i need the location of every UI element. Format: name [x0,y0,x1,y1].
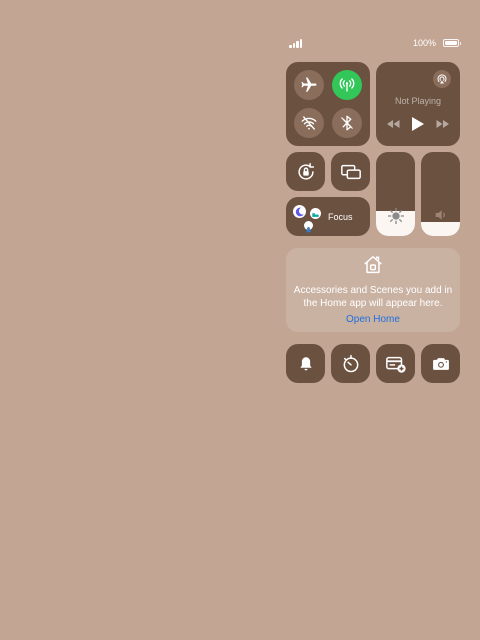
battery-full-icon [443,39,461,47]
bluetooth-off-icon [341,115,353,131]
orientation-lock-button[interactable] [286,152,325,191]
alarm-button[interactable] [286,344,325,383]
airplane-icon [301,77,317,92]
cellular-antenna-icon [339,78,355,92]
camera-button[interactable] [421,344,460,383]
rewind-icon[interactable] [386,119,400,129]
rotation-lock-icon [297,162,314,180]
screen-mirroring-button[interactable] [331,152,370,191]
home-module: Accessories and Scenes you add in the Ho… [286,248,460,332]
wifi-button[interactable] [294,108,324,138]
volume-slider[interactable] [421,152,460,236]
home-icon [364,256,382,274]
moon-icon [293,205,306,218]
focus-button[interactable]: Focus [286,197,370,236]
airplane-mode-button[interactable] [294,70,324,100]
wallet-add-icon [385,356,406,373]
bed-icon [310,208,321,219]
airplay-icon[interactable] [433,70,451,88]
wallet-button[interactable] [376,344,415,383]
brightness-slider[interactable] [376,152,415,236]
cellular-signal-icon [289,39,305,48]
home-message: Accessories and Scenes you add in the Ho… [293,285,453,309]
cellular-data-button[interactable] [332,70,362,100]
play-icon[interactable] [412,117,424,131]
wifi-off-icon [301,116,317,130]
timer-icon [343,354,358,372]
status-bar: 100% [0,34,480,52]
sun-icon [376,207,415,230]
battery-percentage: 100% [412,38,436,48]
bluetooth-button[interactable] [332,108,362,138]
focus-label: Focus [328,212,353,222]
camera-icon [432,357,449,370]
speaker-icon [421,207,460,228]
screen-mirroring-icon [340,164,361,179]
open-home-link[interactable]: Open Home [286,314,460,325]
bell-icon [299,356,312,370]
fast-forward-icon[interactable] [436,119,450,129]
person-icon [304,221,313,233]
now-playing-module[interactable]: Not Playing [376,62,460,146]
now-playing-title: Not Playing [394,96,442,106]
connectivity-module [286,62,370,146]
timer-button[interactable] [331,344,370,383]
